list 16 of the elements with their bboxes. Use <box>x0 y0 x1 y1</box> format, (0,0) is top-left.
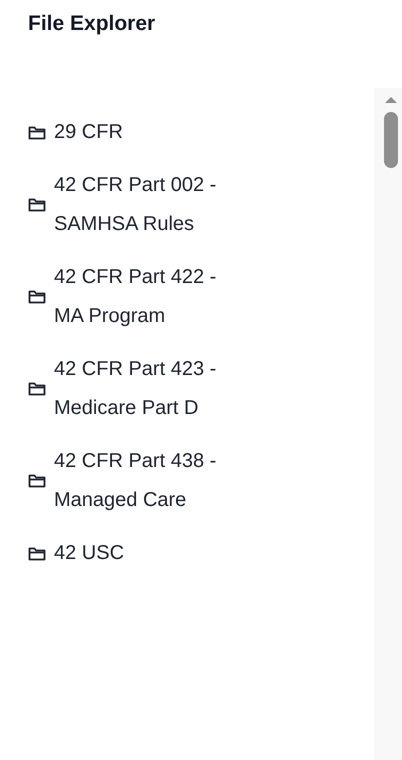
folder-item[interactable]: 29 CFR <box>28 113 229 152</box>
folder-item[interactable]: 42 CFR Part 002 - SAMHSA Rules <box>28 166 229 244</box>
scrollbar[interactable] <box>374 88 402 760</box>
folder-item[interactable]: 42 CFR Part 423 - Medicare Part D <box>28 350 229 428</box>
panel-title: File Explorer <box>27 11 156 37</box>
folder-icon <box>28 124 46 140</box>
folder-item[interactable]: 42 CFR Part 422 - MA Program <box>28 258 229 336</box>
folder-icon <box>28 473 46 489</box>
folder-icon <box>28 546 46 562</box>
folder-icon <box>28 197 46 213</box>
folder-icon <box>28 289 46 305</box>
scroll-thumb[interactable] <box>384 112 398 168</box>
folder-icon <box>28 381 46 397</box>
folder-item[interactable]: 42 CFR Part 438 - Managed Care <box>28 442 229 520</box>
folder-item[interactable]: 42 USC <box>28 534 229 573</box>
scroll-up-icon[interactable] <box>384 96 398 104</box>
